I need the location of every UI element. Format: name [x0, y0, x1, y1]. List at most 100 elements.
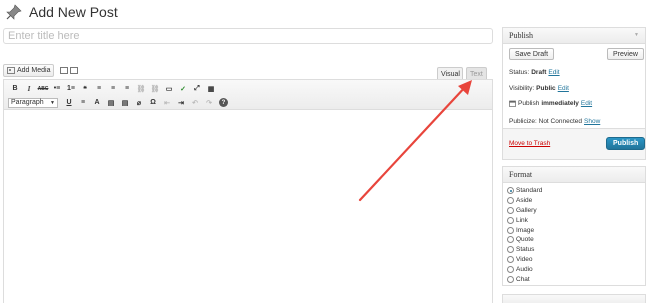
chevron-down-icon: ▼: [50, 99, 55, 106]
format-box-header[interactable]: Format: [503, 167, 645, 183]
radio-icon[interactable]: [507, 216, 514, 224]
publish-box-header[interactable]: Publish ▼: [503, 28, 645, 44]
add-media-label: Add Media: [17, 67, 51, 74]
special-character-button[interactable]: Ω: [146, 97, 160, 109]
strikethrough-button[interactable]: ABC: [36, 83, 50, 95]
add-form-icon[interactable]: [60, 67, 79, 74]
bullet-list-button[interactable]: •≡: [50, 83, 64, 95]
align-right-button[interactable]: ≡: [120, 83, 134, 95]
fullscreen-button[interactable]: ⤢: [190, 83, 204, 95]
format-option-image[interactable]: Image: [507, 225, 641, 235]
unlink-button[interactable]: ⛓: [148, 83, 162, 95]
publicize-show-link[interactable]: Show: [584, 118, 600, 125]
preview-button[interactable]: Preview: [607, 48, 644, 60]
post-editor[interactable]: B I ABC •≡ 1≡ ❝ ≡ ≡ ≡ ⛓ ⛓ ▭ ✓ ⤢ ▦ Paragr…: [3, 79, 493, 303]
status-line: Status: Draft Edit: [509, 69, 560, 76]
text-color-button[interactable]: A: [90, 97, 104, 109]
radio-icon[interactable]: [507, 226, 514, 234]
indent-button[interactable]: ⇥: [174, 97, 188, 109]
publicize-label: Publicize: Not Connected: [509, 118, 582, 125]
format-option-label: Video: [516, 255, 533, 263]
format-option-label: Link: [516, 216, 528, 224]
radio-icon[interactable]: [507, 255, 514, 263]
format-option-audio[interactable]: Audio: [507, 264, 641, 274]
publish-box-title: Publish: [509, 31, 534, 40]
format-option-label: Aside: [516, 197, 533, 205]
format-option-label: Chat: [516, 275, 530, 283]
page-header: Add New Post: [6, 3, 118, 21]
add-media-button[interactable]: Add Media: [3, 64, 55, 77]
bold-button[interactable]: B: [8, 83, 22, 95]
post-title-placeholder: Enter title here: [8, 30, 80, 42]
kitchen-sink-button[interactable]: ▦: [204, 83, 218, 95]
format-option-label: Standard: [516, 187, 543, 195]
format-option-label: Status: [516, 246, 535, 254]
save-draft-button[interactable]: Save Draft: [509, 48, 555, 60]
format-option-standard[interactable]: Standard: [507, 186, 641, 196]
numbered-list-button[interactable]: 1≡: [64, 83, 78, 95]
publish-box: Publish ▼ Save Draft Preview Status: Dra…: [502, 27, 646, 160]
format-option-link[interactable]: Link: [507, 215, 641, 225]
format-option-chat[interactable]: Chat: [507, 274, 641, 284]
publicize-line: Publicize: Not Connected Show: [509, 118, 600, 125]
schedule-line: Publish immediately Edit: [509, 100, 592, 107]
radio-icon[interactable]: [507, 206, 514, 214]
move-to-trash-link[interactable]: Move to Trash: [509, 140, 550, 147]
format-option-label: Quote: [516, 236, 534, 244]
publish-label: Publish: [518, 100, 540, 107]
toolbar-row-1: B I ABC •≡ 1≡ ❝ ≡ ≡ ≡ ⛓ ⛓ ▭ ✓ ⤢ ▦: [8, 82, 488, 95]
visibility-line: Visibility: Public Edit: [509, 85, 569, 92]
paste-text-button[interactable]: ▤: [104, 97, 118, 109]
help-button[interactable]: ?: [219, 98, 228, 107]
visibility-edit-link[interactable]: Edit: [558, 85, 569, 92]
undo-button[interactable]: ↶: [188, 97, 202, 109]
publish-button[interactable]: Publish: [606, 137, 646, 150]
paste-word-button[interactable]: ▤: [118, 97, 132, 109]
format-option-aside[interactable]: Aside: [507, 196, 641, 206]
italic-button[interactable]: I: [22, 83, 36, 95]
categories-box-header[interactable]: [503, 295, 645, 303]
paragraph-format-select[interactable]: Paragraph ▼: [8, 97, 58, 108]
format-option-video[interactable]: Video: [507, 255, 641, 265]
radio-selected-icon[interactable]: [507, 187, 514, 195]
insert-link-button[interactable]: ⛓: [134, 83, 148, 95]
redo-button[interactable]: ↷: [202, 97, 216, 109]
more-tag-button[interactable]: ▭: [162, 83, 176, 95]
paragraph-format-value: Paragraph: [11, 99, 44, 106]
editor-toolbar: B I ABC •≡ 1≡ ❝ ≡ ≡ ≡ ⛓ ⛓ ▭ ✓ ⤢ ▦ Paragr…: [4, 80, 492, 110]
underline-button[interactable]: U: [62, 97, 76, 109]
align-center-button[interactable]: ≡: [106, 83, 120, 95]
status-edit-link[interactable]: Edit: [548, 69, 559, 76]
justify-button[interactable]: ≡: [76, 97, 90, 109]
radio-icon[interactable]: [507, 236, 514, 244]
radio-icon[interactable]: [507, 275, 514, 283]
radio-icon[interactable]: [507, 246, 514, 254]
publish-edit-link[interactable]: Edit: [581, 100, 592, 107]
align-left-button[interactable]: ≡: [92, 83, 106, 95]
publish-actions: Move to Trash Publish: [503, 128, 646, 159]
format-option-status[interactable]: Status: [507, 245, 641, 255]
format-option-quote[interactable]: Quote: [507, 235, 641, 245]
media-buttons: Add Media: [3, 64, 79, 77]
post-title-input[interactable]: Enter title here: [3, 28, 493, 44]
publish-value: immediately: [541, 100, 579, 107]
format-option-gallery[interactable]: Gallery: [507, 206, 641, 216]
form-icon-right: [70, 67, 79, 74]
blockquote-button[interactable]: ❝: [78, 83, 92, 95]
visibility-value: Public: [536, 85, 556, 92]
media-icon: [7, 67, 15, 74]
status-label: Status:: [509, 69, 530, 76]
format-option-label: Audio: [516, 265, 533, 273]
visibility-label: Visibility:: [509, 85, 535, 92]
format-options: Standard Aside Gallery Link Image Quote …: [503, 183, 645, 287]
spellcheck-button[interactable]: ✓: [176, 83, 190, 95]
clear-formatting-button[interactable]: ⌀: [132, 97, 146, 109]
toolbar-row-2: Paragraph ▼ U ≡ A ▤ ▤ ⌀ Ω ⇤ ⇥ ↶ ↷ ?: [8, 96, 488, 109]
collapse-arrow-icon[interactable]: ▼: [634, 33, 639, 38]
form-icon-left: [60, 67, 69, 74]
outdent-button[interactable]: ⇤: [160, 97, 174, 109]
format-option-label: Gallery: [516, 206, 537, 214]
radio-icon[interactable]: [507, 197, 514, 205]
radio-icon[interactable]: [507, 265, 514, 273]
page-title: Add New Post: [29, 4, 118, 20]
